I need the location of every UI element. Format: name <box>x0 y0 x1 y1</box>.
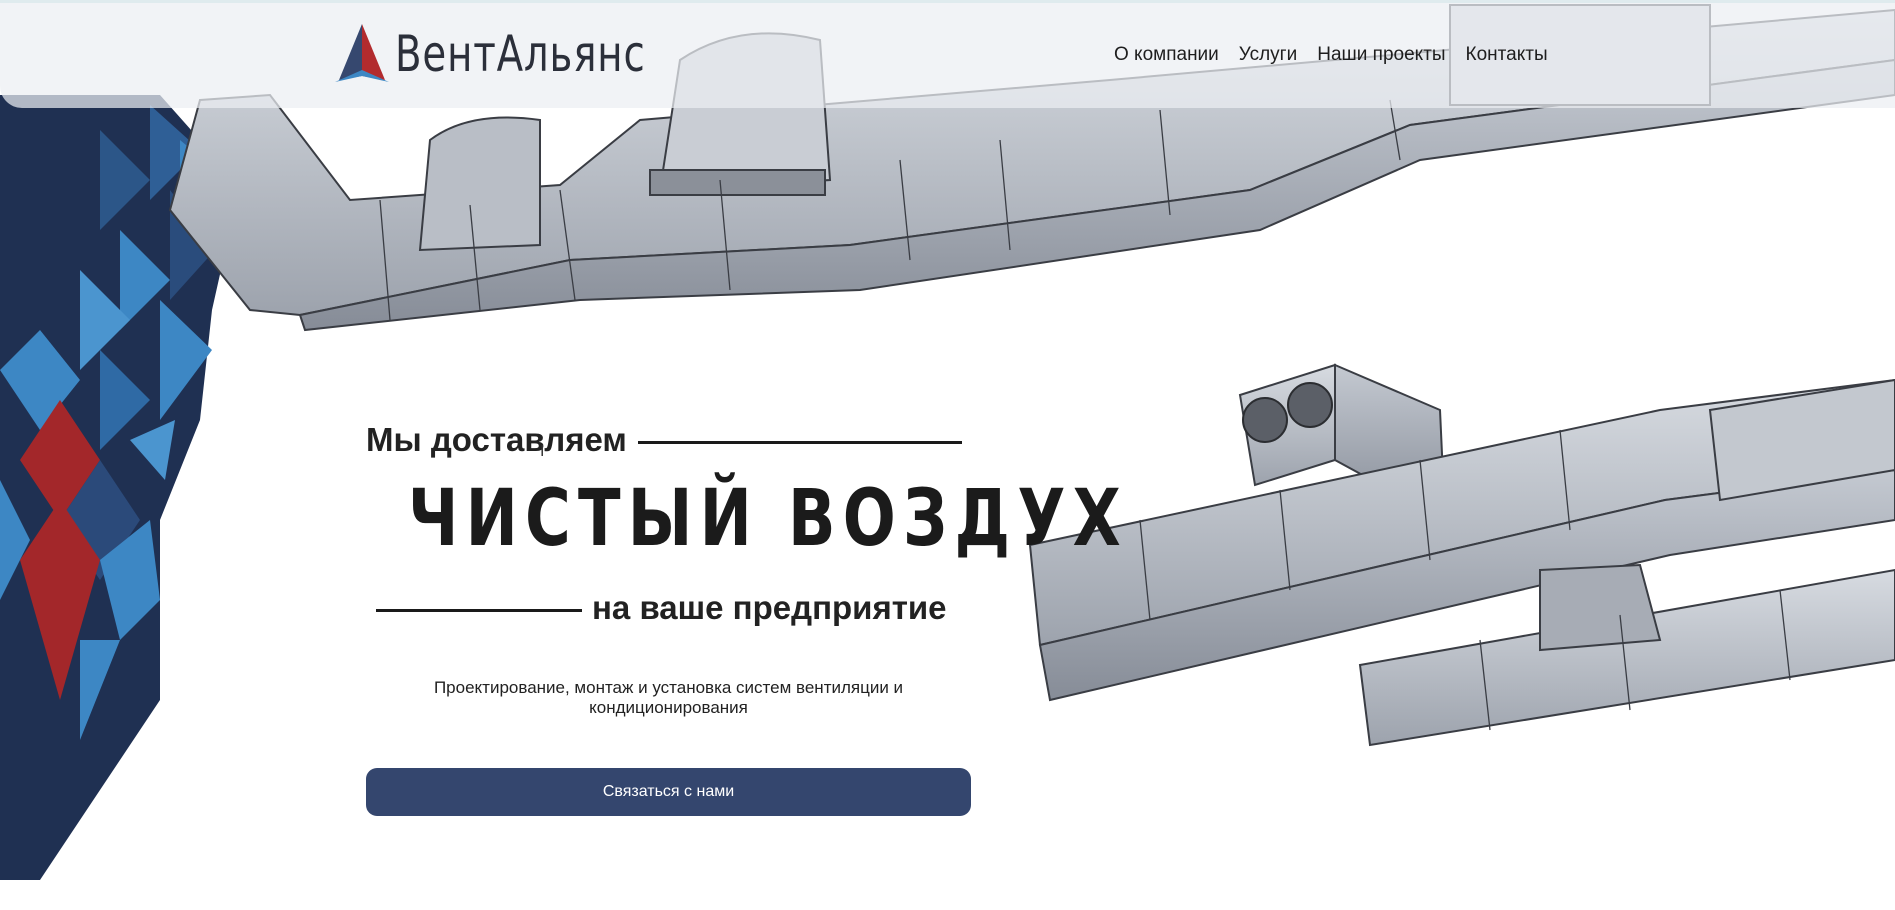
logo-mark-icon <box>335 24 389 82</box>
main-nav: О компании Услуги Наши проекты Контакты <box>1114 44 1548 66</box>
hero-tagline-top: Мы доставляем <box>366 421 627 458</box>
text-cursor-icon: I <box>540 443 545 460</box>
site-header: ВентАльянс О компании Услуги Наши проект… <box>0 0 1895 108</box>
hero-description: Проектирование, монтаж и установка систе… <box>433 678 904 717</box>
hero-rule-bottom <box>376 609 582 612</box>
contact-us-button[interactable]: Связаться с нами <box>366 768 971 816</box>
nav-about[interactable]: О компании <box>1114 44 1219 66</box>
brand-name: ВентАльянс <box>395 25 646 83</box>
nav-projects[interactable]: Наши проекты <box>1317 44 1445 66</box>
hero-title: ЧИСТЫЙ ВОЗДУХ <box>408 474 1128 564</box>
geometric-pattern-decoration <box>0 95 240 880</box>
nav-contacts[interactable]: Контакты <box>1466 44 1548 66</box>
nav-services[interactable]: Услуги <box>1239 44 1297 66</box>
hero-tagline-bottom: на ваше предприятие <box>592 589 947 626</box>
hero-rule-top <box>638 441 962 444</box>
brand-logo[interactable]: ВентАльянс <box>333 24 686 84</box>
